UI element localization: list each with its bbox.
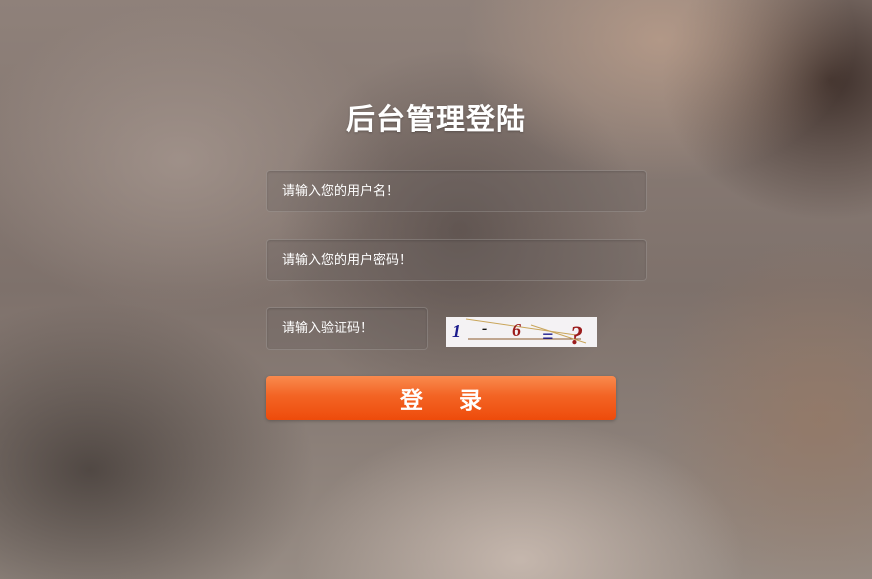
captcha-graphic: 1 - 6 = ? — [452, 318, 587, 347]
captcha-char: 1 — [452, 321, 461, 341]
captcha-char: ? — [570, 321, 583, 347]
login-button[interactable]: 登 录 — [266, 376, 616, 420]
captcha-image[interactable]: 1 - 6 = ? — [446, 317, 597, 347]
username-field-box — [266, 170, 647, 212]
username-input[interactable] — [267, 171, 646, 211]
captcha-field-box — [266, 307, 428, 350]
password-input[interactable] — [267, 240, 646, 280]
captcha-char: - — [482, 320, 487, 337]
captcha-char: = — [542, 326, 553, 347]
captcha-char: 6 — [512, 320, 521, 340]
password-field-box — [266, 239, 647, 281]
page-title: 后台管理登陆 — [345, 102, 526, 136]
captcha-input[interactable] — [267, 308, 427, 349]
